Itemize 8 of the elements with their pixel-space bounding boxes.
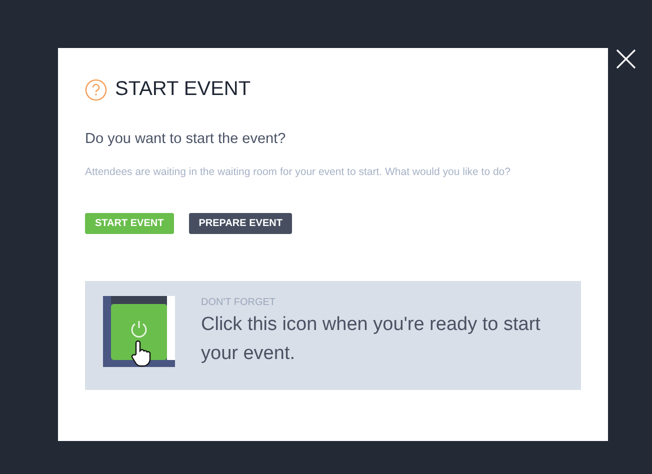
tip-text: Click this icon when you're ready to start your event. — [201, 313, 542, 366]
help-icon — [85, 78, 107, 100]
question-text: Do you want to start the event? — [85, 131, 287, 147]
tip-label: DON'T FORGET — [201, 297, 277, 308]
dialog-title: START EVENT — [115, 78, 251, 101]
description-text: Attendees are waiting in the waiting room for your event to start. What would you like to do? — [85, 166, 512, 178]
close-button[interactable] — [615, 48, 637, 70]
prepare-event-button[interactable]: PREPARE EVENT — [188, 213, 292, 234]
